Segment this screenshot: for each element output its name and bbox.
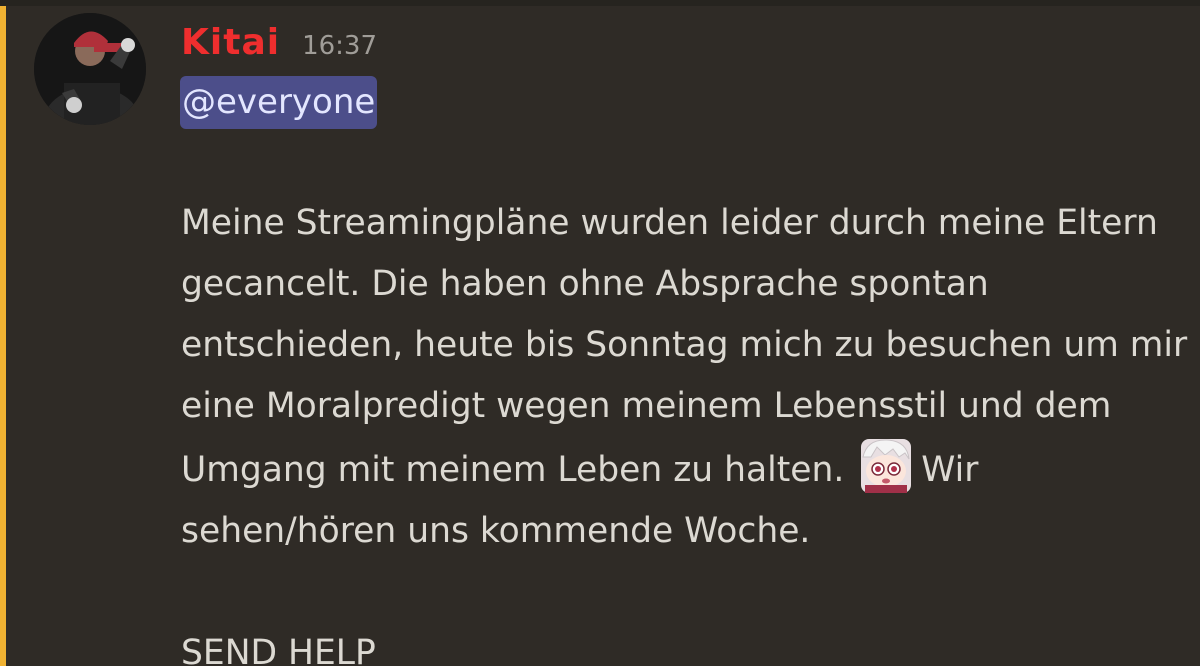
message-timestamp[interactable]: 16:37 — [302, 31, 377, 61]
user-avatar[interactable] — [34, 13, 146, 125]
avatar-photo-icon — [34, 13, 146, 125]
message-header: Kitai 16:37 — [181, 22, 377, 70]
window-top-border — [0, 0, 1200, 6]
message-content: Meine Streamingpläne wurden leider durch… — [181, 193, 1191, 666]
worried-face-emoji-icon[interactable] — [857, 437, 915, 495]
mention-highlight-bar — [0, 6, 6, 666]
message-paragraph: Meine Streamingpläne wurden leider durch… — [181, 193, 1191, 562]
everyone-mention[interactable]: @everyone — [180, 76, 378, 129]
author-username[interactable]: Kitai — [181, 22, 280, 63]
message-text-part1: Meine Streamingpläne wurden leider durch… — [181, 203, 1188, 490]
message-text-last: SEND HELP — [181, 633, 376, 666]
